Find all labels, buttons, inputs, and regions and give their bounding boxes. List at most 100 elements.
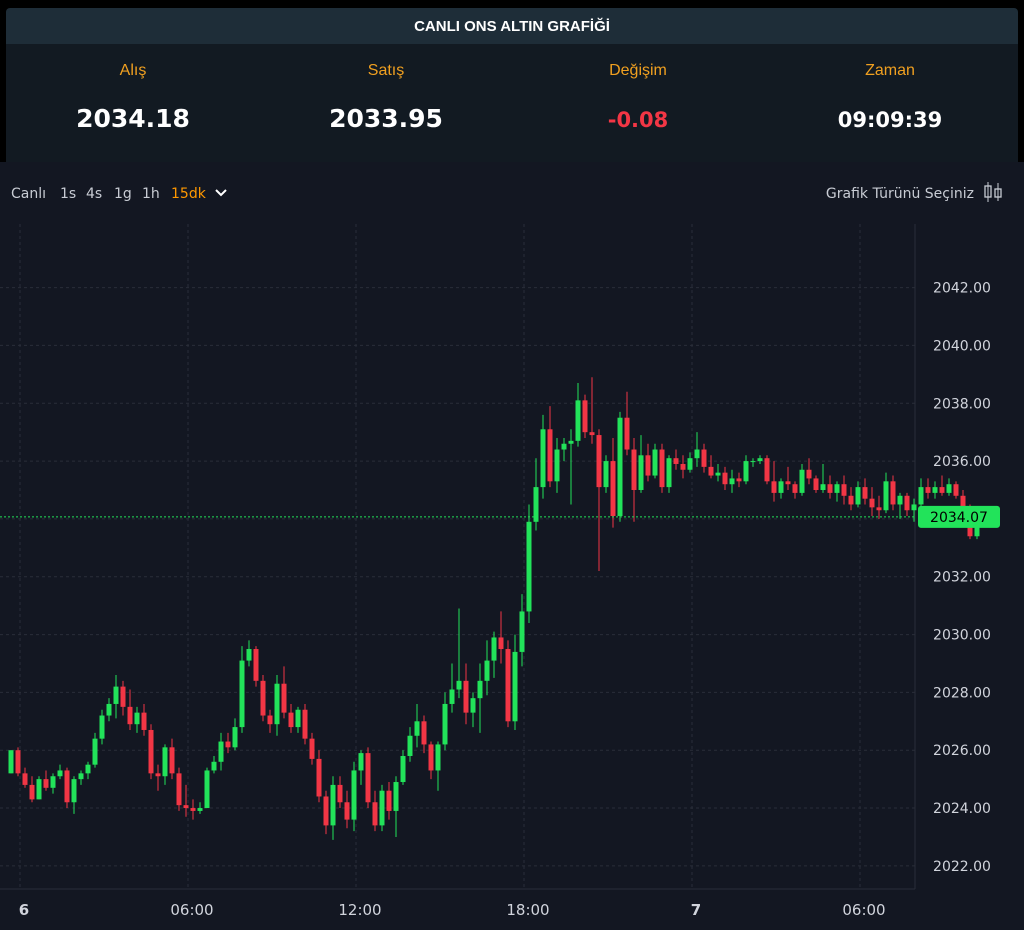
candle-body (673, 458, 679, 464)
candle-body (736, 478, 742, 482)
candle-body (883, 481, 889, 511)
candle-body (918, 487, 924, 505)
candle-body (855, 487, 861, 505)
candle (582, 394, 588, 438)
candle-body (22, 773, 28, 785)
candle-body (477, 680, 483, 699)
candle-body (904, 495, 910, 511)
candle-body (491, 637, 497, 661)
timeframe-1s[interactable]: 1s (60, 186, 76, 202)
ask-label: Satış (367, 62, 405, 79)
chart-toolbar: Canlı 1s 4s 1g 1h 15dk Grafik Türünü Seç… (0, 162, 1024, 224)
candle-body (239, 660, 245, 728)
candle-body (701, 449, 707, 467)
candle-body (246, 649, 252, 661)
candle-body (358, 753, 364, 771)
candle-body (631, 449, 637, 490)
candle-body (708, 466, 714, 476)
candle-body (29, 784, 35, 800)
price-tick-label: 2024.00 (933, 801, 991, 817)
candle-body (876, 507, 882, 511)
last-price-label: 2034.07 (930, 510, 988, 526)
timeframe-15dk[interactable]: 15dk (171, 186, 206, 202)
bid-label: Alış (119, 62, 147, 79)
candle-body (141, 712, 147, 730)
candlestick-chart[interactable]: 2022.00 2024.00 2026.00 2028.00 2030.00 2032.… (0, 224, 1024, 930)
candle-body (554, 449, 560, 482)
candle-body (862, 487, 868, 499)
candle-body (666, 458, 672, 488)
timeframe-live[interactable]: Canlı (11, 186, 46, 202)
candle (659, 443, 665, 493)
candle-body (757, 458, 763, 462)
candle (176, 767, 182, 811)
candle (617, 411, 623, 522)
candle-body (547, 429, 553, 482)
candle-body (610, 461, 616, 517)
candle-body (351, 770, 357, 820)
timeframe-4s[interactable]: 4s (86, 186, 102, 202)
candle-body (183, 805, 189, 809)
candle-body (519, 611, 525, 652)
candle-body (589, 432, 595, 436)
candle-body (505, 649, 511, 722)
candle-body (645, 455, 651, 476)
candle-body (652, 449, 658, 476)
chart-type-selector[interactable]: Grafik Türünü Seçiniz (826, 186, 974, 202)
candle-body (309, 738, 315, 759)
candle-body (498, 637, 504, 650)
candle-body (484, 660, 490, 681)
candle-body (463, 680, 469, 713)
candle (253, 646, 259, 687)
candle (365, 747, 371, 809)
candle-body (582, 400, 588, 433)
candle-body (106, 703, 112, 716)
candle-body (911, 504, 917, 511)
time-value: 09:09:39 (837, 108, 943, 132)
candle-body (743, 461, 749, 482)
candle-body (92, 738, 98, 765)
candle-body (78, 773, 84, 780)
candle-body (827, 484, 833, 493)
candle-body (323, 796, 329, 826)
candle-body (169, 747, 175, 774)
candle-body (36, 779, 42, 800)
chevron-down-icon[interactable] (215, 188, 227, 198)
time-tick-label: 12:00 (338, 901, 381, 919)
candle-body (617, 417, 623, 517)
price-tick-label: 2036.00 (933, 454, 991, 470)
candle-body (561, 443, 567, 450)
candle-body (939, 487, 945, 493)
price-tick-label: 2028.00 (933, 685, 991, 701)
candle-body (365, 753, 371, 803)
candle-body (638, 455, 644, 490)
candle-body (386, 790, 392, 811)
time-tick-label: 6 (19, 901, 29, 919)
timeframe-1h[interactable]: 1h (142, 186, 160, 202)
change-label: Değişim (609, 62, 667, 79)
candle-body (925, 487, 931, 493)
candle-body (435, 744, 441, 771)
candle-body (50, 776, 56, 788)
candlestick-icon[interactable] (982, 180, 1004, 204)
candle-body (71, 779, 77, 803)
candle-body (302, 709, 308, 739)
candle-body (43, 779, 49, 788)
candle-body (295, 709, 301, 728)
chart-title-bar: CANLI ONS ALTIN GRAFİĞİ (6, 8, 1018, 44)
candle-body (120, 686, 126, 707)
candle-body (127, 706, 133, 725)
chart-grid (0, 224, 1024, 930)
candle-body (225, 741, 231, 748)
candle-body (946, 484, 952, 493)
candle (36, 776, 42, 800)
candle-body (813, 478, 819, 490)
candle-body (99, 715, 105, 739)
candle-body (624, 417, 630, 450)
timeframe-1g[interactable]: 1g (114, 186, 132, 202)
candle-body (8, 750, 14, 774)
candle-body (771, 481, 777, 493)
candle-body (540, 429, 546, 488)
candle-body (659, 449, 665, 488)
candle-body (470, 698, 476, 713)
